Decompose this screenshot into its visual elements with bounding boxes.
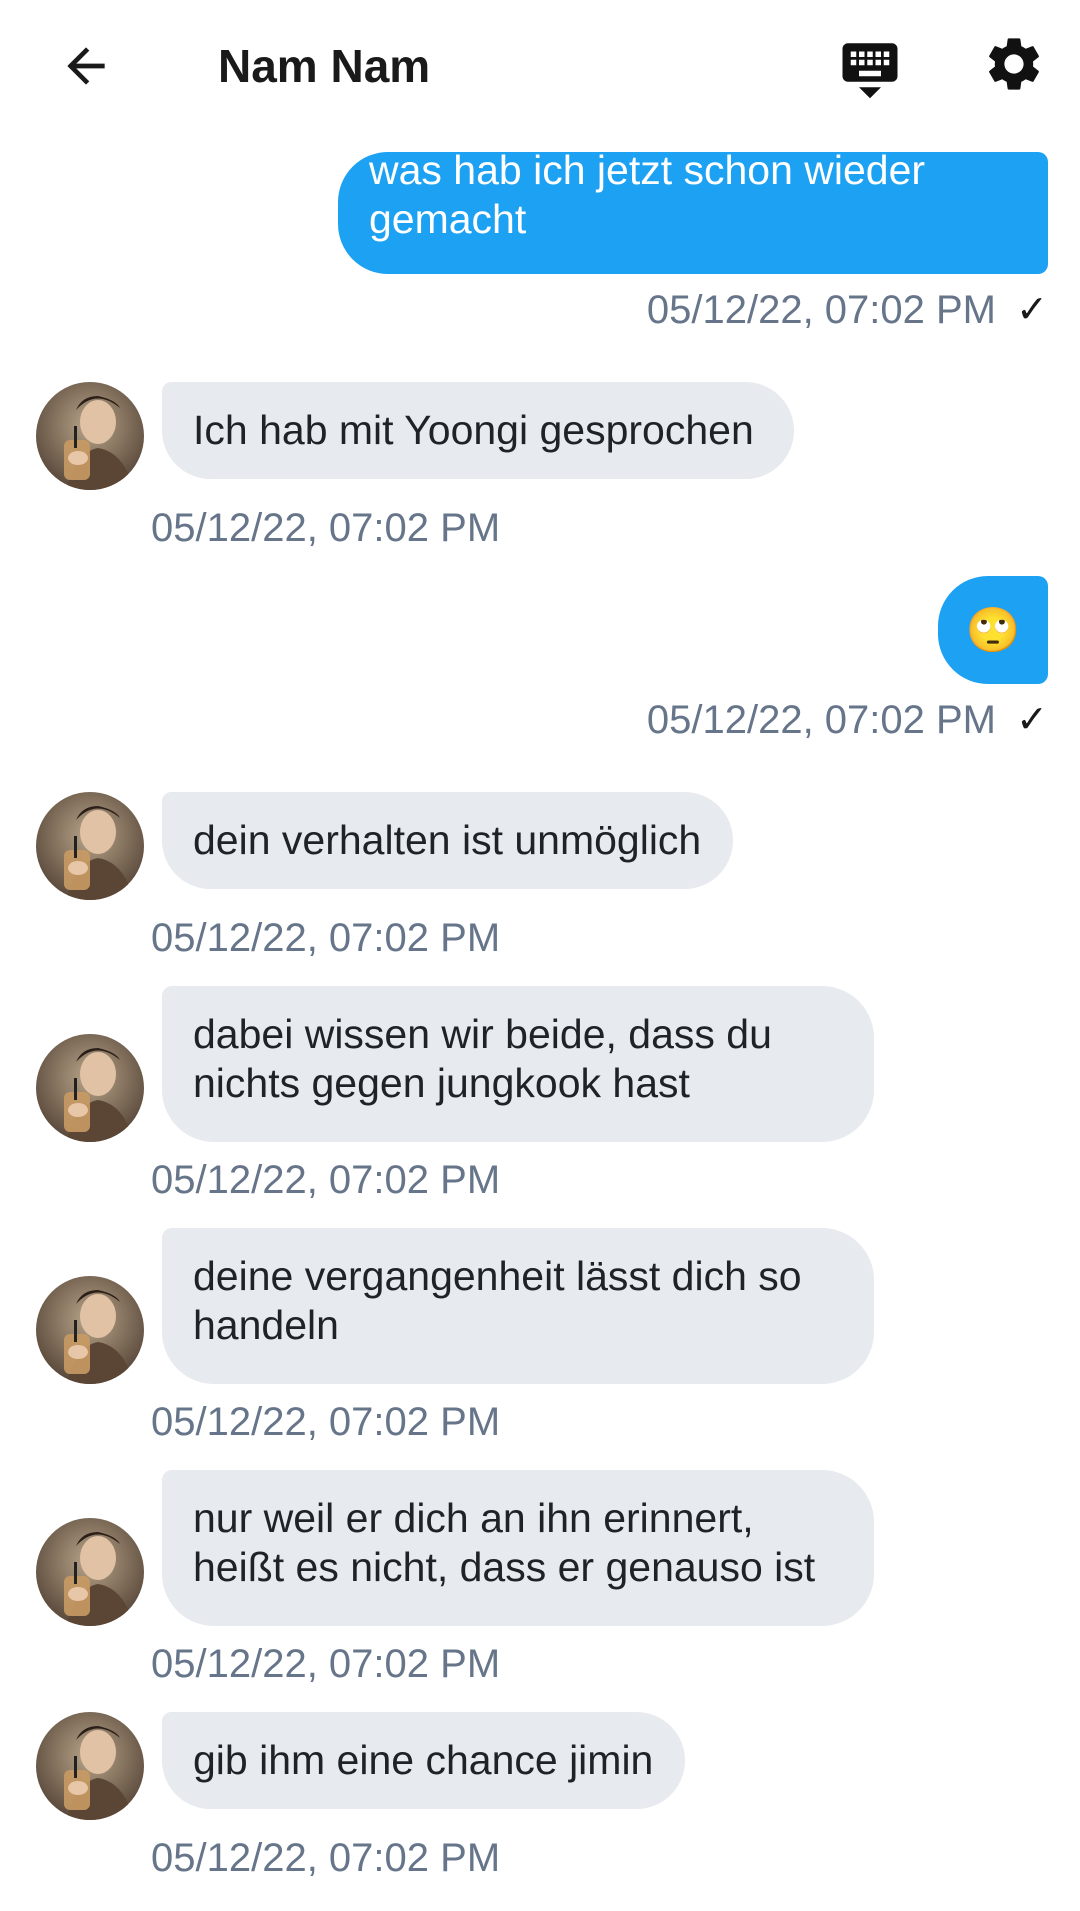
message-text: deine vergangenheit lässt dich so handel… — [193, 1253, 802, 1348]
message-bubble-incoming[interactable]: nur weil er dich an ihn erinnert, heißt … — [162, 1470, 874, 1626]
avatar[interactable] — [36, 1276, 144, 1384]
keyboard-toggle-button[interactable] — [832, 30, 908, 106]
message-timestamp: 05/12/22, 07:02 PM — [151, 506, 501, 550]
sent-check-icon: ✓ — [1016, 289, 1048, 331]
message-timestamp: 05/12/22, 07:02 PM — [646, 698, 996, 742]
message-bubble-outgoing[interactable]: 🙄 — [938, 576, 1048, 684]
message-bubble-incoming[interactable]: gib ihm eine chance jimin — [162, 1712, 686, 1809]
message-timestamp: 05/12/22, 07:02 PM — [646, 288, 996, 332]
message-text: Ich hab mit Yoongi gesprochen — [193, 407, 754, 453]
chat-title: Nam Nam — [218, 40, 431, 92]
message-text: dabei wissen wir beide, dass du nichts g… — [193, 1011, 772, 1106]
message-timestamp: 05/12/22, 07:02 PM — [151, 1642, 501, 1686]
sent-check-icon: ✓ — [1016, 699, 1048, 741]
message-timestamp: 05/12/22, 07:02 PM — [151, 1836, 501, 1880]
gear-icon — [989, 38, 1039, 90]
message-timestamp: 05/12/22, 07:02 PM — [151, 916, 501, 960]
message-text: dein verhalten ist unmöglich — [193, 817, 702, 863]
avatar[interactable] — [36, 1034, 144, 1142]
avatar[interactable] — [36, 382, 144, 490]
keyboard-hide-icon — [842, 43, 898, 99]
settings-button[interactable] — [978, 28, 1050, 100]
avatar[interactable] — [36, 1712, 144, 1820]
message-text: was hab ich jetzt schon wieder gemacht — [369, 147, 926, 242]
chat-header: Nam Nam — [0, 0, 1080, 132]
message-text: gib ihm eine chance jimin — [193, 1737, 654, 1783]
message-bubble-outgoing[interactable]: was hab ich jetzt schon wieder gemacht — [338, 147, 1048, 274]
message-bubble-incoming[interactable]: dabei wissen wir beide, dass du nichts g… — [162, 986, 874, 1142]
avatar[interactable] — [36, 792, 144, 900]
message-bubble-incoming[interactable]: dein verhalten ist unmöglich — [162, 792, 734, 889]
message-bubble-incoming[interactable]: deine vergangenheit lässt dich so handel… — [162, 1228, 874, 1384]
message-timestamp: 05/12/22, 07:02 PM — [151, 1158, 501, 1202]
message-text: 🙄 — [965, 605, 1021, 655]
back-button[interactable] — [50, 30, 122, 102]
arrow-left-icon — [67, 47, 105, 85]
message-timestamp: 05/12/22, 07:02 PM — [151, 1400, 501, 1444]
avatar[interactable] — [36, 1518, 144, 1626]
message-text: nur weil er dich an ihn erinnert, heißt … — [193, 1495, 816, 1590]
message-bubble-incoming[interactable]: Ich hab mit Yoongi gesprochen — [162, 382, 794, 479]
